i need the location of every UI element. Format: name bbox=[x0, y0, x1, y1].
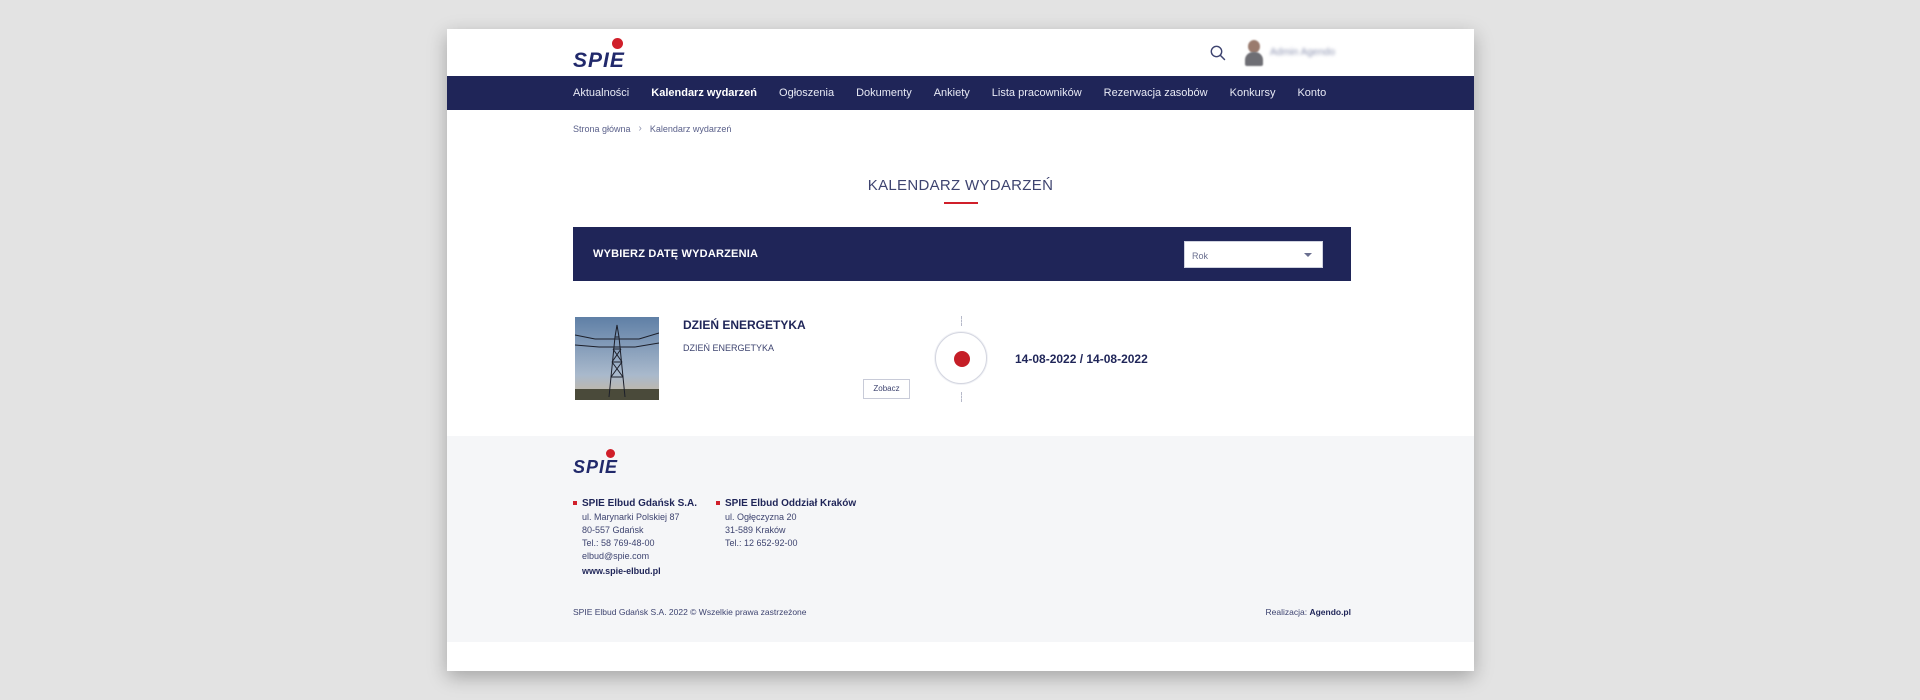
nav-item-konto[interactable]: Konto bbox=[1297, 76, 1326, 110]
date-filter-bar: WYBIERZ DATĘ WYDARZENIA Rok bbox=[573, 227, 1351, 281]
office-gdansk: SPIE Elbud Gdańsk S.A. ul. Marynarki Pol… bbox=[572, 497, 698, 563]
breadcrumb: Strona główna › Kalendarz wydarzeń bbox=[573, 123, 731, 134]
office-address-line: ul. Ogłęczyzna 20 bbox=[725, 512, 797, 522]
office-address-line: ul. Marynarki Polskiej 87 bbox=[582, 512, 680, 522]
footer: SPIE SPIE Elbud Gdańsk S.A. ul. Marynark… bbox=[447, 436, 1474, 642]
event-title[interactable]: DZIEŃ ENERGETYKA bbox=[683, 318, 806, 332]
avatar bbox=[1244, 37, 1264, 67]
footer-logo-text: SPIE bbox=[573, 457, 619, 477]
user-name: Admin Agendo bbox=[1270, 46, 1336, 58]
year-select[interactable]: Rok bbox=[1184, 241, 1323, 268]
breadcrumb-home[interactable]: Strona główna bbox=[573, 124, 631, 134]
timeline-line-top bbox=[961, 316, 962, 326]
nav-item-lista-pracownikow[interactable]: Lista pracowników bbox=[992, 76, 1082, 110]
nav-item-konkursy[interactable]: Konkursy bbox=[1230, 76, 1276, 110]
search-icon[interactable] bbox=[1208, 43, 1228, 63]
office-address-line: 80-557 Gdańsk bbox=[582, 525, 644, 535]
timeline-dot-icon bbox=[954, 351, 970, 367]
chevron-down-icon bbox=[1304, 253, 1312, 257]
event-date: 14-08-2022 / 14-08-2022 bbox=[1015, 352, 1148, 366]
nav-item-dokumenty[interactable]: Dokumenty bbox=[856, 76, 912, 110]
chevron-right-icon: › bbox=[638, 123, 642, 134]
see-event-button[interactable]: Zobacz bbox=[863, 379, 910, 399]
copyright: SPIE Elbud Gdańsk S.A. 2022 © Wszelkie p… bbox=[573, 607, 807, 617]
office-email[interactable]: elbud@spie.com bbox=[582, 550, 697, 563]
event-description: DZIEŃ ENERGETYKA bbox=[683, 343, 775, 353]
spie-logo[interactable]: SPIE bbox=[573, 37, 643, 73]
nav-item-rezerwacja[interactable]: Rezerwacja zasobów bbox=[1104, 76, 1208, 110]
office-name: SPIE Elbud Gdańsk S.A. bbox=[572, 498, 698, 509]
page-title: KALENDARZ WYDARZEŃ bbox=[867, 177, 1054, 194]
logo-dot-icon bbox=[612, 38, 623, 49]
logo-text: SPIE bbox=[573, 49, 625, 72]
nav-item-aktualnosci[interactable]: Aktualności bbox=[573, 76, 629, 110]
breadcrumb-current: Kalendarz wydarzeń bbox=[649, 123, 732, 134]
title-underline bbox=[944, 202, 978, 204]
user-menu[interactable]: Admin Agendo bbox=[1244, 37, 1354, 67]
timeline-marker bbox=[935, 332, 987, 384]
office-phone: Tel.: 12 652-92-00 bbox=[725, 538, 798, 548]
page-container: SPIE Admin Agendo Aktualności Kalendarz … bbox=[447, 29, 1474, 671]
office-krakow: SPIE Elbud Oddział Kraków ul. Ogłęczyzna… bbox=[715, 497, 857, 550]
agendo-link[interactable]: Agendo.pl bbox=[1309, 607, 1351, 617]
event-image[interactable] bbox=[575, 317, 659, 400]
website-link[interactable]: www.spie-elbud.pl bbox=[582, 566, 661, 576]
footer-spie-logo[interactable]: SPIE bbox=[573, 448, 633, 478]
realization: Realizacja: Agendo.pl bbox=[1266, 607, 1352, 617]
nav-item-ankiety[interactable]: Ankiety bbox=[934, 76, 970, 110]
nav-item-kalendarz[interactable]: Kalendarz wydarzeń bbox=[651, 76, 757, 110]
filter-label: WYBIERZ DATĘ WYDARZENIA bbox=[593, 248, 759, 260]
office-phone: Tel.: 58 769-48-00 bbox=[582, 538, 655, 548]
timeline-line-bottom bbox=[961, 392, 962, 402]
office-name: SPIE Elbud Oddział Kraków bbox=[715, 498, 857, 509]
year-select-value: Rok bbox=[1192, 251, 1209, 261]
office-address-line: 31-589 Kraków bbox=[725, 525, 786, 535]
main-nav: Aktualności Kalendarz wydarzeń Ogłoszeni… bbox=[447, 76, 1474, 110]
realization-label: Realizacja: bbox=[1265, 607, 1310, 617]
nav-item-ogloszenia[interactable]: Ogłoszenia bbox=[779, 76, 834, 110]
